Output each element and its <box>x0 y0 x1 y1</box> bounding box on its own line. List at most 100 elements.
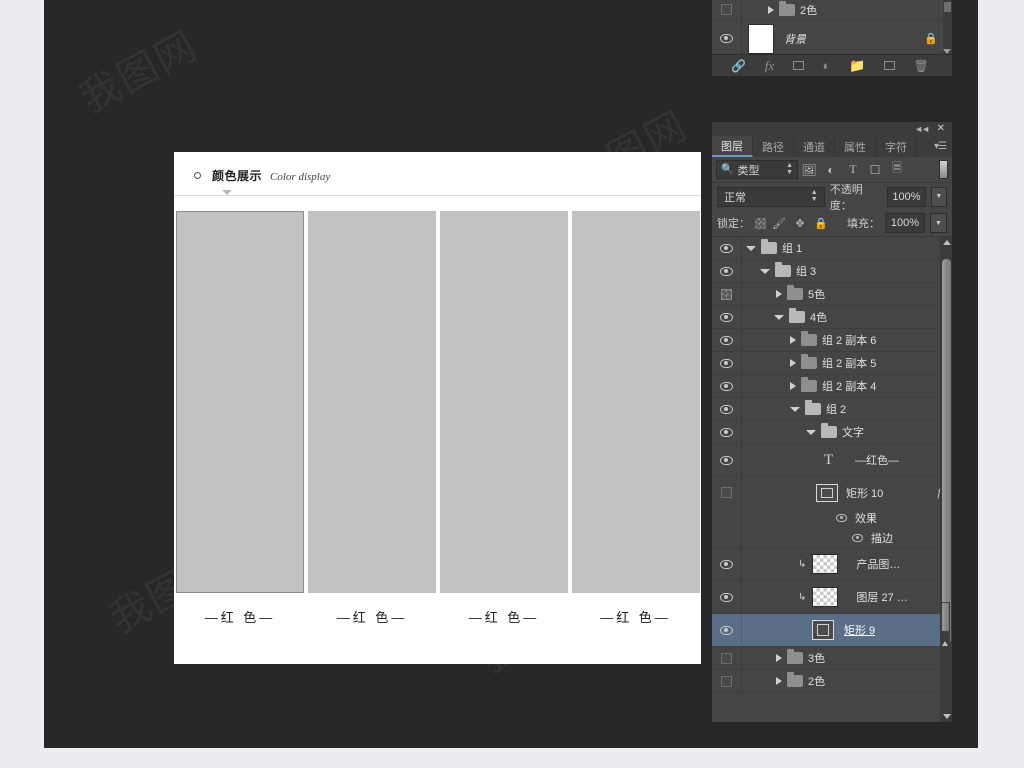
table-row[interactable]: 组 2 副本 6 <box>712 329 952 352</box>
visibility-toggle[interactable] <box>712 421 742 443</box>
visibility-toggle[interactable] <box>712 306 742 328</box>
scroll-up-icon[interactable] <box>943 240 951 245</box>
stepper-icon[interactable]: ▲ ▼ <box>811 189 818 203</box>
layer-row[interactable]: 背景 🔒 <box>712 20 944 58</box>
lock-position-icon[interactable]: ✥ <box>792 217 808 230</box>
visibility-toggle[interactable] <box>712 580 742 614</box>
type-filter-icon[interactable]: T <box>842 162 864 177</box>
chevron-right-icon[interactable] <box>790 359 796 367</box>
table-row[interactable]: 描边 <box>712 527 952 548</box>
scrollbar-thumb[interactable] <box>944 2 951 12</box>
scrollbar-thumb[interactable] <box>942 603 949 631</box>
close-icon[interactable]: ✕ <box>937 123 945 134</box>
table-row[interactable]: 效果 <box>712 508 952 528</box>
chevron-down-icon[interactable] <box>790 406 800 412</box>
visibility-toggle[interactable] <box>712 260 742 282</box>
visibility-toggle[interactable] <box>712 237 742 259</box>
tab-channels[interactable]: 通道 <box>794 136 835 157</box>
fx-icon[interactable]: fx <box>765 59 774 72</box>
chevron-right-icon[interactable] <box>768 5 774 14</box>
tab-properties[interactable]: 属性 <box>835 136 876 157</box>
pixel-filter-icon[interactable]: 🖼 <box>798 163 820 177</box>
tab-layers[interactable]: 图层 <box>712 136 753 157</box>
table-row[interactable]: 4色 <box>712 306 952 329</box>
shape-filter-icon[interactable]: ☐ <box>864 163 886 177</box>
table-row[interactable]: 组 2 <box>712 398 952 421</box>
layer-list[interactable]: 组 1 组 3 5色 4色 组 2 副本 6 组 2 副本 5 组 2 副本 4… <box>712 237 952 722</box>
eye-icon[interactable] <box>836 514 847 522</box>
tab-character[interactable]: 字符 <box>876 136 917 157</box>
visibility-toggle[interactable] <box>712 20 742 57</box>
chevron-right-icon[interactable] <box>790 382 796 390</box>
panel-menu-icon[interactable]: ▾☰ <box>934 136 952 157</box>
scroll-down-icon[interactable] <box>943 714 951 719</box>
table-row[interactable]: T —红色— <box>712 444 952 477</box>
new-group-icon[interactable]: 📁 <box>849 59 865 72</box>
chevron-down-icon[interactable] <box>760 268 770 274</box>
filter-enable-toggle[interactable] <box>939 160 948 179</box>
scrollbar-thumb[interactable] <box>942 259 951 644</box>
visibility-toggle[interactable] <box>712 670 742 692</box>
chevron-right-icon[interactable] <box>776 654 782 662</box>
color-swatch[interactable] <box>176 211 304 593</box>
chevron-down-icon[interactable] <box>774 314 784 320</box>
inner-scrollbar[interactable] <box>941 602 950 648</box>
table-row[interactable]: 组 1 <box>712 237 952 260</box>
visibility-toggle[interactable] <box>712 375 742 397</box>
fill-input[interactable]: 100% <box>885 213 925 233</box>
opacity-input[interactable]: 100% <box>887 186 926 207</box>
color-swatch[interactable] <box>572 211 700 593</box>
table-row[interactable]: ↳ 图层 27 … <box>712 580 952 614</box>
chevron-right-icon[interactable] <box>776 677 782 685</box>
table-row[interactable]: 组 3 <box>712 260 952 283</box>
layer-row[interactable]: 2色 <box>712 0 944 20</box>
adjustment-icon[interactable]: ◐ <box>823 59 831 72</box>
visibility-toggle[interactable] <box>712 613 742 647</box>
chevron-down-icon[interactable] <box>746 245 756 251</box>
new-layer-icon[interactable] <box>883 61 895 70</box>
visibility-toggle[interactable] <box>712 477 742 508</box>
table-row[interactable]: 3色 <box>712 647 952 670</box>
table-row[interactable]: 文字 <box>712 421 952 444</box>
visibility-toggle[interactable] <box>712 398 742 420</box>
lock-transparency-icon[interactable] <box>755 217 766 229</box>
stepper-icon[interactable]: ▲ ▼ <box>786 162 793 176</box>
collapse-icon[interactable]: ◄◄ <box>914 124 930 134</box>
visibility-toggle[interactable] <box>712 352 742 374</box>
panel-scrollbar[interactable] <box>943 0 952 58</box>
blend-mode-select[interactable]: 正常 ▲ ▼ <box>717 186 825 207</box>
visibility-toggle[interactable] <box>712 647 742 669</box>
scroll-up-icon[interactable] <box>942 641 948 646</box>
link-icon[interactable]: 🔗 <box>731 60 746 72</box>
filter-kind-select[interactable]: 🔍 类型 ▲ ▼ <box>716 160 798 179</box>
visibility-toggle[interactable] <box>712 283 742 305</box>
layer-name-editing[interactable]: 矩形 9 <box>844 622 875 638</box>
opacity-dropdown-icon[interactable]: ▼ <box>930 186 947 207</box>
table-row[interactable]: 矩形 10 fx <box>712 477 952 508</box>
table-row[interactable]: 2色 <box>712 670 952 693</box>
table-row[interactable]: 5色 <box>712 283 952 306</box>
smartobject-filter-icon[interactable]: 🗏 <box>886 159 908 180</box>
color-swatch[interactable] <box>440 211 568 593</box>
chevron-right-icon[interactable] <box>776 290 782 298</box>
table-row-selected[interactable]: 矩形 9 <box>712 613 952 647</box>
delete-icon[interactable]: 🗑 <box>913 60 928 72</box>
mask-icon[interactable] <box>792 61 804 70</box>
visibility-toggle[interactable] <box>712 0 742 19</box>
visibility-toggle[interactable] <box>712 547 742 581</box>
visibility-toggle[interactable] <box>712 329 742 351</box>
color-swatch[interactable] <box>308 211 436 593</box>
lock-all-icon[interactable]: 🔒 <box>813 217 829 230</box>
chevron-right-icon[interactable] <box>790 336 796 344</box>
visibility-toggle[interactable] <box>712 444 742 476</box>
visibility-toggle[interactable] <box>712 508 742 528</box>
document-canvas[interactable]: 颜色展示 Color display —红 色— —红 色— —红 色— —红 … <box>174 152 701 664</box>
tab-paths[interactable]: 路径 <box>753 136 794 157</box>
lock-image-icon[interactable]: 🖌 <box>771 217 787 230</box>
table-row[interactable]: 组 2 副本 4 <box>712 375 952 398</box>
table-row[interactable]: 组 2 副本 5 <box>712 352 952 375</box>
adjustment-filter-icon[interactable]: ◐ <box>820 163 842 177</box>
table-row[interactable]: ↳ 产品图… <box>712 547 952 581</box>
visibility-toggle[interactable] <box>712 527 742 548</box>
chevron-down-icon[interactable] <box>806 429 816 435</box>
